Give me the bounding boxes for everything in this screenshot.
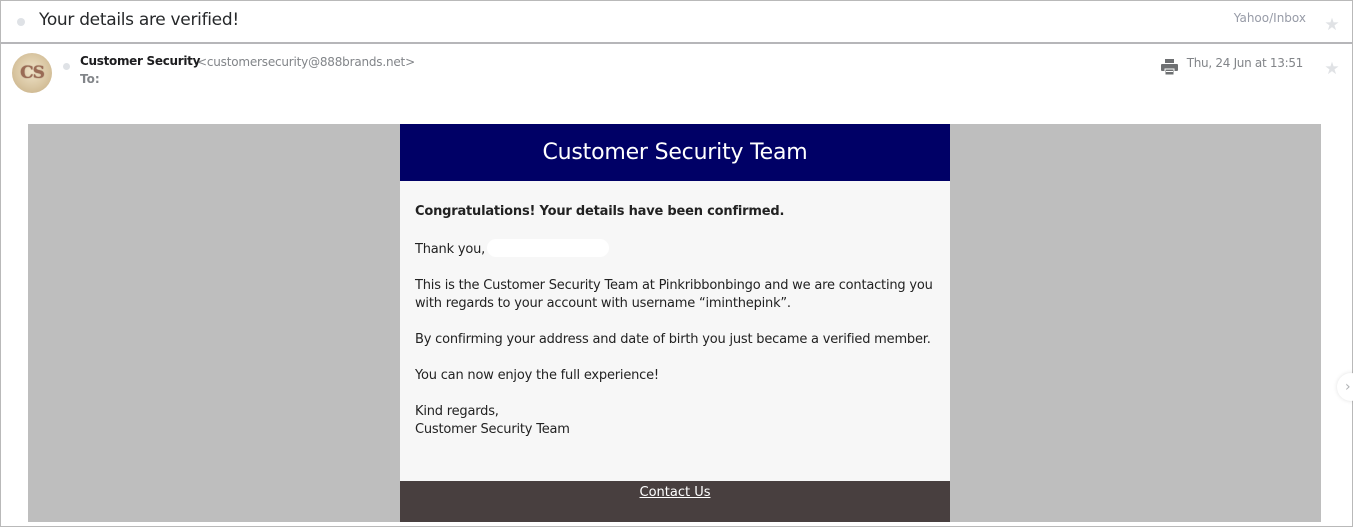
- print-icon[interactable]: [1161, 59, 1178, 76]
- thank-you-text: Thank you,: [415, 242, 486, 257]
- chevron-right-icon: ›: [1345, 379, 1351, 395]
- contact-us-link[interactable]: Contact Us: [640, 485, 711, 500]
- avatar-initials: CS: [20, 63, 45, 83]
- sender-name[interactable]: Customer Security: [80, 54, 200, 68]
- to-label: To:: [80, 72, 100, 86]
- paragraph-1: This is the Customer Security Team at Pi…: [415, 278, 933, 311]
- email-subject: Your details are verified!: [39, 10, 239, 30]
- sender-avatar: CS: [12, 53, 52, 93]
- email-date: Thu, 24 Jun at 13:51: [1186, 56, 1304, 70]
- star-icon[interactable]: ★: [1324, 16, 1340, 33]
- greeting-text: Congratulations! Your details have been …: [415, 204, 785, 219]
- email-message-card: Customer Security Team Congratulations! …: [400, 124, 950, 522]
- banner-title: Customer Security Team: [400, 124, 950, 181]
- sender-email[interactable]: <customersecurity@888brands.net>: [197, 55, 415, 69]
- subject-bar: Your details are verified! Yahoo/Inbox ★: [1, 1, 1352, 44]
- email-viewer: Your details are verified! Yahoo/Inbox ★…: [0, 0, 1353, 527]
- sign-off: Kind regards,: [415, 404, 499, 419]
- message-content: Congratulations! Your details have been …: [400, 181, 950, 439]
- paragraph-2: By confirming your address and date of b…: [415, 332, 931, 347]
- folder-breadcrumb[interactable]: Yahoo/Inbox: [1234, 11, 1306, 25]
- signature: Customer Security Team: [415, 422, 570, 437]
- thank-you-line: Thank you,: [415, 239, 935, 259]
- message-footer: Contact Us: [400, 481, 950, 522]
- read-status-dot-icon[interactable]: [63, 63, 70, 70]
- redacted-name: [487, 239, 610, 257]
- unread-dot-icon[interactable]: [17, 18, 25, 26]
- paragraph-3: You can now enjoy the full experience!: [415, 368, 659, 383]
- next-message-button[interactable]: ›: [1337, 373, 1353, 401]
- star-icon[interactable]: ★: [1324, 60, 1340, 77]
